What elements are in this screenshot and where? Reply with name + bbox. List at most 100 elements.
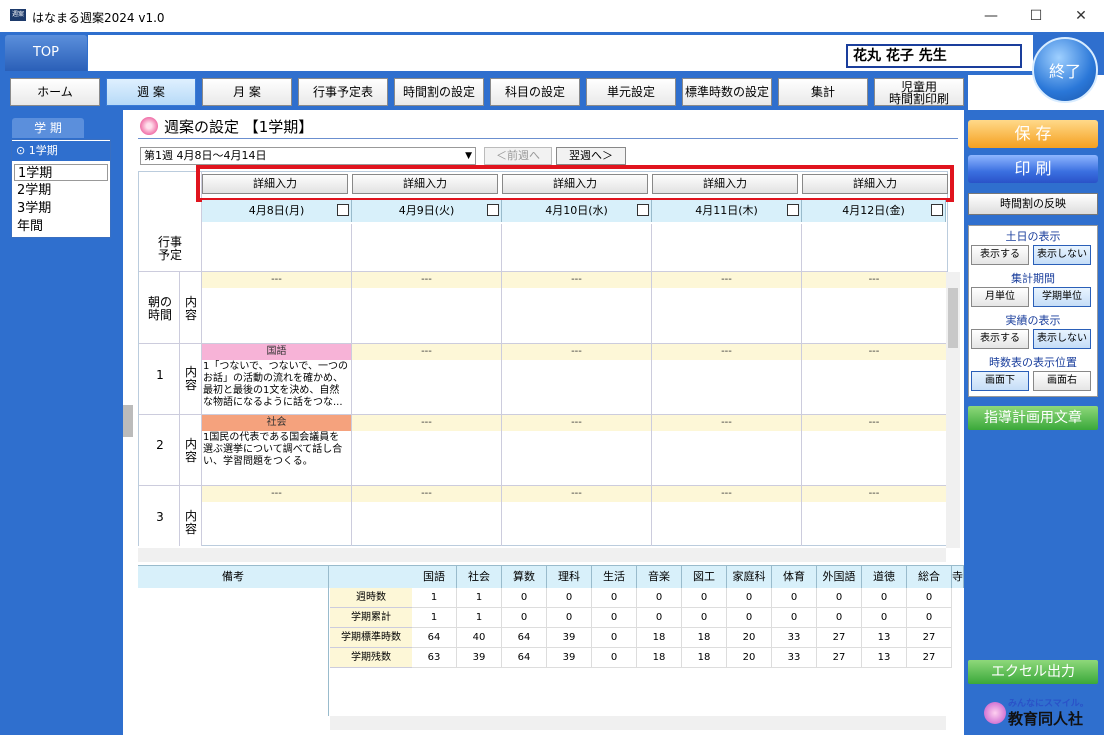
summary-cell: 64: [412, 628, 457, 648]
app-icon: 週案: [10, 9, 26, 21]
position-right-button[interactable]: 画面右: [1033, 371, 1091, 391]
subject-header: 家庭科: [727, 566, 772, 588]
date-checkbox[interactable]: [337, 204, 349, 216]
nav-timetable-settings[interactable]: 時間割の設定: [394, 78, 484, 106]
summary-cell: 33: [772, 648, 817, 668]
summary-cell: 1: [412, 608, 457, 628]
week-select[interactable]: 第1週 4月8日～4月14日 ▼: [140, 147, 476, 165]
summary-horizontal-scrollbar[interactable]: [330, 716, 946, 730]
date-label: 4月12日(金): [842, 204, 905, 217]
date-header-fri: 4月12日(金): [802, 200, 946, 222]
nav-monthly-plan[interactable]: 月 案: [202, 78, 292, 106]
morning-strip-mon: ---: [202, 272, 351, 288]
term-item-2[interactable]: 2学期: [14, 182, 108, 199]
morning-strip-wed: ---: [502, 272, 651, 288]
date-checkbox[interactable]: [487, 204, 499, 216]
next-week-button[interactable]: 翌週へ＞: [556, 147, 626, 165]
monthly-button[interactable]: 月単位: [971, 287, 1029, 307]
nav-event-schedule[interactable]: 行事予定表: [298, 78, 388, 106]
save-button[interactable]: 保 存: [968, 120, 1098, 148]
summary-cell: 13: [862, 628, 907, 648]
subject-header: 国語: [412, 566, 457, 588]
row-label-period-2: 2: [156, 438, 164, 452]
guidance-text-button[interactable]: 指導計画用文章: [968, 406, 1098, 430]
page-title: 週案の設定 【1学期】: [164, 118, 314, 136]
summary-cell: 18: [682, 648, 727, 668]
nav-subject-settings[interactable]: 科目の設定: [490, 78, 580, 106]
date-checkbox[interactable]: [787, 204, 799, 216]
subject-header: 生活: [592, 566, 637, 588]
panel-collapse-handle[interactable]: [123, 405, 133, 437]
end-button[interactable]: 終了: [1032, 37, 1098, 103]
row-term-cumulative: 学期累計: [330, 608, 412, 628]
close-button[interactable]: ✕: [1071, 6, 1091, 26]
vertical-scrollbar[interactable]: [946, 272, 960, 548]
summary-cell: 0: [862, 608, 907, 628]
prev-week-button[interactable]: ＜前週へ: [484, 147, 552, 165]
p2-content-mon[interactable]: 1国民の代表である国会議員を選ぶ選挙について調べて話し合い、学習問題をつくる。: [202, 431, 350, 483]
row-term-standard: 学期標準時数: [330, 628, 412, 648]
horizontal-scrollbar[interactable]: [138, 548, 946, 562]
mascot-icon: [984, 702, 1006, 724]
date-checkbox[interactable]: [637, 204, 649, 216]
morning-strip-fri: ---: [802, 272, 946, 288]
summary-cell: 1: [457, 588, 502, 608]
p1-subject-mon[interactable]: 国語: [202, 344, 351, 360]
p3-subject-thu: ---: [652, 486, 801, 502]
summary-cell: 0: [682, 588, 727, 608]
subject-header: 体育: [772, 566, 817, 588]
summary-cell: 40: [457, 628, 502, 648]
print-button[interactable]: 印 刷: [968, 155, 1098, 183]
summary-cell: 0: [592, 608, 637, 628]
p2-subject-fri: ---: [802, 415, 946, 431]
summary-cell: 0: [772, 608, 817, 628]
subject-header: 算数: [502, 566, 547, 588]
summary-cell: 18: [637, 628, 682, 648]
subject-header: 音楽: [637, 566, 682, 588]
term-unit-button[interactable]: 学期単位: [1033, 287, 1091, 307]
maximize-button[interactable]: ☐: [1026, 6, 1046, 26]
top-tab[interactable]: TOP: [5, 35, 87, 71]
nav-standard-hours[interactable]: 標準時数の設定: [682, 78, 772, 106]
morning-strip-thu: ---: [652, 272, 801, 288]
p3-subject-fri: ---: [802, 486, 946, 502]
summary-cell: 0: [547, 608, 592, 628]
remarks-header: 備考: [138, 566, 328, 588]
nav-home[interactable]: ホーム: [10, 78, 100, 106]
position-below-button[interactable]: 画面下: [971, 371, 1029, 391]
p2-subject-mon[interactable]: 社会: [202, 415, 351, 431]
p1-subject-wed: ---: [502, 344, 651, 360]
summary-cell: 18: [637, 648, 682, 668]
row-label-p3-content: 内 容: [184, 509, 197, 536]
actual-show-button[interactable]: 表示する: [971, 329, 1029, 349]
term-selected[interactable]: ⊙ 1学期: [12, 141, 110, 161]
term-item-year[interactable]: 年間: [14, 218, 108, 235]
summary-cell: 0: [502, 588, 547, 608]
row-term-remaining: 学期残数: [330, 648, 412, 668]
summary-cell: 27: [817, 628, 862, 648]
weekend-hide-button[interactable]: 表示しない: [1033, 245, 1091, 265]
term-item-3[interactable]: 3学期: [14, 200, 108, 217]
nav-unit-settings[interactable]: 単元設定: [586, 78, 676, 106]
summary-cell: 0: [817, 588, 862, 608]
weekend-show-button[interactable]: 表示する: [971, 245, 1029, 265]
actual-hide-button[interactable]: 表示しない: [1033, 329, 1091, 349]
nav-aggregate[interactable]: 集計: [778, 78, 868, 106]
weekend-title: 土日の表示: [1005, 230, 1061, 243]
date-checkbox[interactable]: [931, 204, 943, 216]
summary-cell: 0: [862, 588, 907, 608]
summary-cell: 0: [592, 628, 637, 648]
p1-content-mon[interactable]: 1「つないで、つないで、一つのお話」の活動の流れを確かめ、最初と最後の1文を決め…: [202, 360, 350, 412]
nav-student-timetable-print[interactable]: 児童用 時間割印刷: [874, 78, 964, 106]
scroll-thumb[interactable]: [948, 288, 958, 348]
row-label-event: 行事 予定: [157, 235, 182, 262]
nav-weekly-plan[interactable]: 週 案: [106, 78, 196, 106]
summary-cell: 0: [502, 608, 547, 628]
subject-header: 理科: [547, 566, 592, 588]
minimize-button[interactable]: —: [981, 6, 1001, 26]
date-label: 4月9日(火): [398, 204, 455, 217]
term-item-1[interactable]: 1学期: [14, 164, 108, 181]
excel-export-button[interactable]: エクセル出力: [968, 660, 1098, 684]
highlight-box: [196, 165, 954, 202]
reflect-timetable-button[interactable]: 時間割の反映: [968, 193, 1098, 215]
